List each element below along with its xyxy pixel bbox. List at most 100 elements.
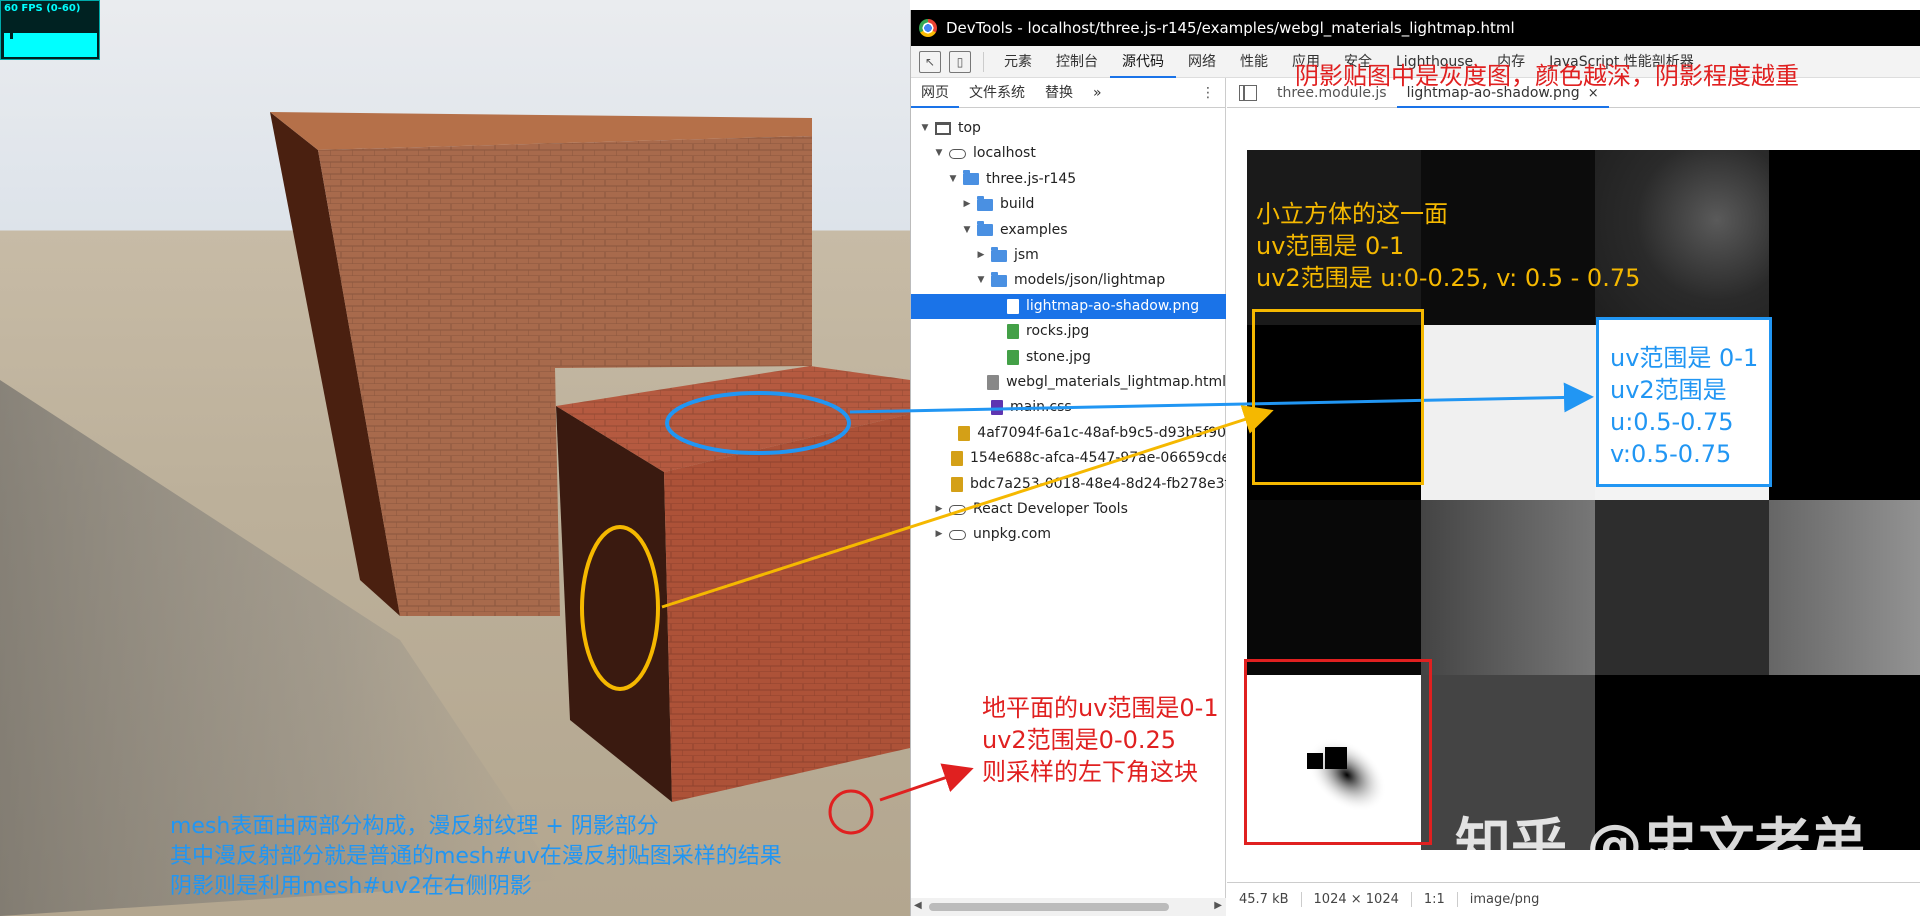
navigator-menu-icon[interactable]: ⋮: [1201, 85, 1215, 101]
image-mime-type: image/png: [1469, 892, 1540, 907]
annotation-title: 阴影贴图中是灰度图，颜色越深，阴影程度越重: [1295, 62, 1799, 90]
annotation-line: mesh表面由两部分构成，漫反射纹理 + 阴影部分: [170, 814, 659, 839]
annotation-line: v:0.5-0.75: [1610, 440, 1732, 468]
device-toggle-icon[interactable]: ▯: [949, 50, 971, 73]
tree-item[interactable]: main.css: [911, 395, 1226, 420]
tree-item[interactable]: ▼ three.js-r145: [911, 167, 1226, 192]
tree-item-label: 4af7094f-6a1c-48af-b9c5-d93b5f90: [977, 424, 1226, 441]
tree-item-label: React Developer Tools: [973, 501, 1128, 517]
image-file-size: 45.7 kB: [1227, 892, 1302, 907]
script-file-icon: [951, 451, 963, 467]
scroll-left-icon[interactable]: ◀: [914, 900, 922, 911]
file-icon: [1007, 298, 1019, 314]
tree-item-label: lightmap-ao-shadow.png: [1026, 297, 1200, 314]
tree-item[interactable]: ▼ top: [911, 116, 1226, 141]
webgl-scene-canvas[interactable]: 60 FPS (0-60): [0, 0, 910, 916]
devtools-tab[interactable]: 网络: [1176, 46, 1228, 78]
tree-item-label: top: [958, 120, 981, 136]
fps-label: 60 FPS (0-60): [4, 3, 81, 14]
image-dimensions: 1024 × 1024: [1302, 892, 1412, 907]
expanded-arrow-icon[interactable]: ▼: [961, 218, 973, 243]
fps-stats-panel: 60 FPS (0-60): [0, 0, 100, 60]
tree-item[interactable]: ▶ React Developer Tools: [911, 497, 1226, 522]
tree-item[interactable]: lightmap-ao-shadow.png: [911, 293, 1226, 319]
sources-navigator: 网页 文件系统 替换 » ⋮ ▼ top ▼ localhost ▼ three.js-r…: [911, 78, 1226, 916]
expanded-arrow-icon[interactable]: ▼: [933, 141, 945, 166]
tree-item-label: three.js-r145: [986, 170, 1077, 187]
tree-item[interactable]: 154e688c-afca-4547-97ae-06659cde: [911, 446, 1226, 471]
tree-item[interactable]: ▼ localhost: [911, 141, 1226, 166]
tree-item[interactable]: ▶ jsm: [911, 243, 1226, 268]
navigator-tabs: 网页 文件系统 替换 » ⋮: [911, 78, 1225, 108]
annotation-line: 地平面的uv范围是0-1: [982, 694, 1219, 722]
html-file-icon: [987, 375, 1000, 390]
lightmap-tile: [1421, 500, 1595, 675]
scene-render: [0, 112, 910, 916]
devtools-tab[interactable]: 性能: [1228, 46, 1280, 78]
tree-item[interactable]: webgl_materials_lightmap.html: [911, 370, 1226, 395]
expanded-arrow-icon[interactable]: ▼: [947, 167, 959, 192]
tab-overrides[interactable]: 替换: [1035, 78, 1083, 108]
folder-icon: [991, 271, 1007, 287]
tree-item-label: examples: [1000, 221, 1068, 238]
folder-icon: [991, 246, 1007, 262]
collapsed-arrow-icon[interactable]: ▶: [933, 497, 945, 522]
collapsed-arrow-icon[interactable]: ▶: [933, 522, 945, 547]
tab-page[interactable]: 网页: [911, 78, 959, 108]
devtools-window-title: DevTools - localhost/three.js-r145/examp…: [946, 19, 1515, 37]
tree-item-label: webgl_materials_lightmap.html: [1006, 374, 1226, 390]
devtools-tab[interactable]: 控制台: [1044, 46, 1110, 78]
tree-item[interactable]: stone.jpg: [911, 345, 1226, 370]
expanded-arrow-icon[interactable]: ▼: [919, 116, 931, 141]
ground-point-circle: [828, 789, 874, 835]
folder-icon: [963, 170, 979, 186]
tree-item-label: build: [1000, 196, 1035, 213]
tree-item-label: models/json/lightmap: [1014, 272, 1166, 289]
tree-item-label: rocks.jpg: [1026, 323, 1090, 340]
devtools-tab[interactable]: 元素: [992, 46, 1044, 78]
tree-item[interactable]: ▼ examples: [911, 218, 1226, 243]
lightmap-tile: [1421, 325, 1595, 500]
tree-item[interactable]: bdc7a253-0018-48e4-8d24-fb278e3f: [911, 472, 1226, 497]
tree-item-label: bdc7a253-0018-48e4-8d24-fb278e3f: [970, 475, 1226, 492]
folder-icon: [977, 195, 993, 211]
tree-item-label: localhost: [973, 145, 1036, 162]
expanded-arrow-icon[interactable]: ▼: [975, 268, 987, 293]
tree-item-label: 154e688c-afca-4547-97ae-06659cde: [970, 450, 1226, 467]
screenshot-root: 60 FPS (0-60) DevTools - localhost/three…: [0, 0, 1920, 916]
scroll-right-icon[interactable]: ▶: [1214, 900, 1222, 911]
annotation-line: 则采样的左下角这块: [982, 758, 1198, 786]
fps-graph: [4, 33, 97, 57]
tab-filesystem[interactable]: 文件系统: [959, 78, 1035, 108]
image-status-bar: 45.7 kB 1024 × 1024 1:1 image/png: [1227, 882, 1920, 916]
tree-item[interactable]: ▼ models/json/lightmap: [911, 268, 1226, 293]
tree-item[interactable]: ▶ unpkg.com: [911, 522, 1226, 547]
lightmap-tile: [1247, 500, 1421, 675]
tree-item[interactable]: 4af7094f-6a1c-48af-b9c5-d93b5f90: [911, 421, 1226, 446]
annotation-small-cube: 小立方体的这一面 uv范围是 0-1 uv2范围是 u:0-0.25, v: 0…: [1256, 198, 1640, 294]
image-file-icon: [1007, 349, 1019, 365]
script-file-icon: [951, 476, 963, 492]
devtools-tab[interactable]: 源代码: [1110, 46, 1176, 78]
collapsed-arrow-icon[interactable]: ▶: [975, 243, 987, 268]
annotation-line: uv范围是 0-1: [1610, 344, 1759, 372]
tree-item[interactable]: ▶ build: [911, 192, 1226, 217]
orange-uv2-box: [1252, 309, 1424, 485]
tree-item[interactable]: rocks.jpg: [911, 319, 1226, 344]
annotation-line: u:0.5-0.75: [1610, 408, 1734, 436]
annotation-line: uv2范围是0-0.25: [982, 726, 1177, 754]
more-tabs-button[interactable]: »: [1083, 78, 1112, 108]
image-zoom: 1:1: [1412, 892, 1458, 907]
lightmap-tile: [1769, 325, 1920, 500]
annotation-line: 阴影则是利用mesh#uv2在右侧阴影: [170, 874, 532, 899]
toolbar-divider: [983, 51, 984, 72]
annotation-line: uv2范围是 u:0-0.25, v: 0.5 - 0.75: [1256, 264, 1641, 292]
collapsed-arrow-icon[interactable]: ▶: [961, 192, 973, 217]
navigator-horizontal-scrollbar[interactable]: ◀ ▶: [911, 898, 1226, 916]
scrollbar-thumb[interactable]: [929, 903, 1169, 911]
annotation-mesh: mesh表面由两部分构成，漫反射纹理 + 阴影部分 其中漫反射部分就是普通的me…: [170, 812, 782, 902]
image-file-icon: [1007, 324, 1019, 340]
inspect-element-icon[interactable]: ↖: [919, 50, 941, 73]
cloud-icon: [949, 148, 966, 159]
toggle-navigator-icon[interactable]: [1239, 84, 1257, 101]
